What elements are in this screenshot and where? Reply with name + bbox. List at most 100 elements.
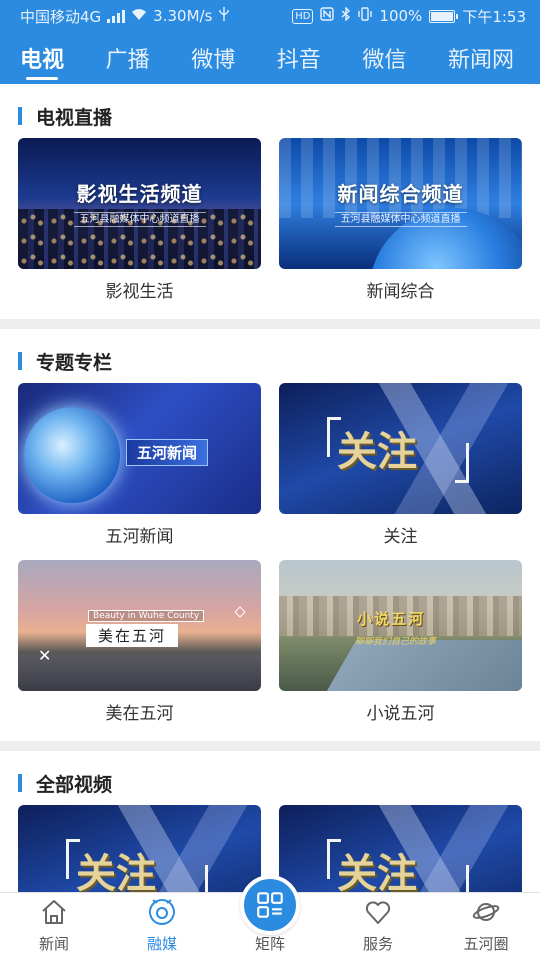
battery-icon — [429, 9, 459, 23]
thumb-title: 小说五河 — [357, 610, 426, 628]
section-divider — [0, 741, 540, 751]
section-header: 电视直播 — [18, 100, 522, 132]
tab-douyin[interactable]: 抖音 — [277, 32, 321, 84]
thumb-subtitle: 五河县融媒体中心频道直播 — [18, 210, 261, 227]
thumb-title: 关注 — [337, 850, 417, 892]
video-card[interactable]: 关注 — [18, 805, 261, 892]
bracket-right — [194, 865, 208, 892]
tab-weibo[interactable]: 微博 — [191, 32, 235, 84]
thumb-subtitle: 聊聊我们自己的故事 — [355, 637, 437, 647]
nfc-icon — [320, 7, 335, 25]
status-bar: 中国移动4G 3.30M/s HD 100% 下午1:53 — [0, 0, 540, 32]
main-content: 电视直播 影视生活频道 五河县融媒体中心频道直播 影视生活 新闻综合频道 五河县… — [0, 84, 540, 892]
section-topics: 专题专栏 五河新闻 五河新闻 关注 关注 Beauty in Wuhe Coun… — [0, 345, 540, 737]
bluetooth-icon — [341, 6, 351, 25]
nav-media-hub[interactable]: 融媒 — [108, 893, 216, 960]
vibrate-icon — [358, 7, 373, 25]
channel-thumbnail: 影视生活频道 五河县融媒体中心频道直播 — [18, 138, 261, 269]
topic-thumbnail: 小说五河 聊聊我们自己的故事 — [279, 560, 522, 691]
nav-news[interactable]: 新闻 — [0, 893, 108, 960]
top-tab-bar: 电视 广播 微博 抖音 微信 新闻网 — [0, 32, 540, 84]
nav-wuhe-circle[interactable]: 五河圈 — [432, 893, 540, 960]
heart-icon — [365, 901, 391, 924]
channel-thumbnail: 新闻综合频道 五河县融媒体中心频道直播 — [279, 138, 522, 269]
nav-label: 融媒 — [146, 935, 177, 953]
matrix-center-button[interactable] — [240, 875, 300, 935]
water-graphic — [18, 655, 261, 691]
tab-radio[interactable]: 广播 — [106, 32, 150, 84]
video-thumbnail: 关注 — [18, 805, 261, 892]
section-live-tv: 电视直播 影视生活频道 五河县融媒体中心频道直播 影视生活 新闻综合频道 五河县… — [0, 100, 540, 315]
carrier-text: 中国移动4G — [20, 7, 102, 26]
topic-thumbnail: 关注 — [279, 383, 522, 514]
home-icon — [42, 900, 66, 924]
section-divider — [0, 319, 540, 329]
thumb-title: 关注 — [337, 428, 417, 475]
diamond-icon — [234, 606, 246, 618]
bracket-right — [455, 865, 469, 892]
grid-matrix-icon — [257, 892, 283, 918]
planet-icon — [472, 903, 500, 921]
usb-icon — [218, 7, 230, 25]
tab-tv[interactable]: 电视 — [20, 32, 64, 84]
nav-label: 矩阵 — [254, 935, 285, 953]
thumb-title: 新闻综合频道 — [337, 182, 464, 206]
thumb-subtitle-text: 五河县融媒体中心频道直播 — [73, 212, 206, 227]
topic-thumbnail: 五河新闻 — [18, 383, 261, 514]
top-header: 中国移动4G 3.30M/s HD 100% 下午1:53 电视 广播 微博 抖… — [0, 0, 540, 84]
card-label: 五河新闻 — [105, 527, 174, 547]
thumb-subtitle: Beauty in Wuhe County — [88, 610, 205, 622]
card-label: 小说五河 — [366, 704, 435, 724]
card-label: 关注 — [383, 527, 418, 547]
nav-service[interactable]: 服务 — [324, 893, 432, 960]
section-accent-bar — [18, 774, 22, 792]
thumb-title: 关注 — [76, 850, 156, 892]
tab-wechat[interactable]: 微信 — [362, 32, 406, 84]
nav-label: 服务 — [362, 935, 393, 953]
battery-percent: 100% — [379, 7, 423, 25]
network-speed: 3.30M/s — [153, 7, 213, 25]
tab-news-site[interactable]: 新闻网 — [448, 32, 514, 84]
nav-label: 五河圈 — [463, 935, 509, 953]
globe-graphic — [24, 407, 120, 503]
section-all-videos: 全部视频 关注 关注 — [0, 767, 540, 892]
section-header: 全部视频 — [18, 767, 522, 799]
topic-card[interactable]: 五河新闻 五河新闻 — [18, 383, 261, 560]
section-accent-bar — [18, 352, 22, 370]
card-label: 影视生活 — [105, 282, 174, 302]
section-title: 专题专栏 — [36, 351, 113, 374]
video-card[interactable]: 关注 — [279, 805, 522, 892]
thumb-title: 影视生活频道 — [76, 182, 203, 206]
topic-card[interactable]: 关注 关注 — [279, 383, 522, 560]
section-title: 电视直播 — [36, 106, 113, 129]
bracket-right — [455, 443, 469, 483]
close-icon: ✕ — [38, 646, 52, 665]
live-tv-grid: 影视生活频道 五河县融媒体中心频道直播 影视生活 新闻综合频道 五河县融媒体中心… — [18, 138, 522, 315]
section-title: 全部视频 — [36, 773, 113, 796]
bottom-nav: 新闻 融媒 矩阵 服务 五河圈 — [0, 875, 540, 960]
thumb-title: 五河新闻 — [126, 439, 209, 466]
river-graphic — [321, 640, 522, 691]
card-label: 美在五河 — [105, 704, 174, 724]
topic-thumbnail: Beauty in Wuhe County 美在五河 ✕ — [18, 560, 261, 691]
topics-grid: 五河新闻 五河新闻 关注 关注 Beauty in Wuhe County 美在… — [18, 383, 522, 737]
signal-icon — [107, 9, 126, 23]
thumb-title: 美在五河 — [86, 624, 179, 647]
wifi-icon — [131, 8, 147, 25]
live-channel-card[interactable]: 影视生活频道 五河县融媒体中心频道直播 影视生活 — [18, 138, 261, 315]
media-hub-icon — [148, 899, 175, 925]
nav-matrix[interactable]: 矩阵 — [216, 875, 324, 960]
nav-label: 新闻 — [38, 935, 69, 953]
topic-card[interactable]: 小说五河 聊聊我们自己的故事 小说五河 — [279, 560, 522, 737]
section-header: 专题专栏 — [18, 345, 522, 377]
thumb-subtitle: 五河县融媒体中心频道直播 — [279, 210, 522, 227]
live-channel-card[interactable]: 新闻综合频道 五河县融媒体中心频道直播 新闻综合 — [279, 138, 522, 315]
battery-fill — [431, 11, 454, 21]
section-accent-bar — [18, 107, 22, 125]
hd-badge: HD — [292, 8, 314, 24]
thumb-subtitle-text: 五河县融媒体中心频道直播 — [334, 212, 467, 227]
card-label: 新闻综合 — [366, 282, 435, 302]
clock: 下午1:53 — [462, 7, 526, 26]
video-thumbnail: 关注 — [279, 805, 522, 892]
topic-card[interactable]: Beauty in Wuhe County 美在五河 ✕ 美在五河 — [18, 560, 261, 737]
